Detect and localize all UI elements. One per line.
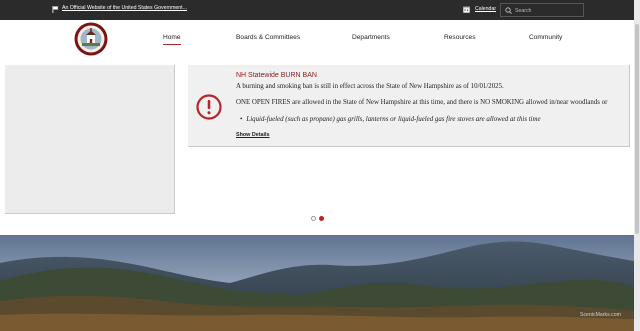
alert-title: NH Statewide BURN BAN: [236, 72, 317, 79]
scrollbar-thumb[interactable]: [635, 24, 639, 234]
alert-bullet-item: Liquid-fueled (such as propane) gas gril…: [240, 116, 540, 123]
show-details-link[interactable]: Show Details: [236, 132, 270, 138]
image-watermark: ScenicMarks.com: [580, 312, 621, 318]
main-nav: Home Boards & Committees Departments Res…: [0, 20, 634, 58]
nav-boards-committees[interactable]: Boards & Committees: [236, 34, 300, 41]
search-icon[interactable]: [505, 7, 512, 14]
flag-icon: [52, 6, 59, 13]
alert-paragraph: A burning and smoking ban is still in ef…: [236, 83, 504, 90]
left-content-card: [5, 65, 175, 214]
nav-home[interactable]: Home: [163, 34, 181, 45]
alert-paragraph: ONE OPEN FIRES are allowed in the State …: [236, 99, 608, 106]
official-website-link[interactable]: An Official Website of the United States…: [62, 5, 187, 11]
nav-departments[interactable]: Departments: [352, 34, 390, 41]
carousel-dot-1[interactable]: [311, 216, 316, 221]
nav-community[interactable]: Community: [529, 34, 562, 41]
hero-landscape-image: [0, 235, 634, 331]
carousel-dot-2[interactable]: [319, 216, 324, 221]
page-scrollbar[interactable]: [634, 0, 640, 331]
top-bar: An Official Website of the United States…: [0, 0, 634, 20]
calendar-link[interactable]: Calendar: [475, 6, 496, 12]
alert-icon: [196, 94, 222, 120]
burn-ban-alert: NH Statewide BURN BAN A burning and smok…: [188, 65, 630, 147]
calendar-icon[interactable]: [463, 6, 470, 13]
nav-resources[interactable]: Resources: [444, 34, 476, 41]
search-box[interactable]: [500, 3, 584, 17]
search-input[interactable]: [515, 6, 581, 15]
town-seal-logo[interactable]: [74, 22, 108, 56]
